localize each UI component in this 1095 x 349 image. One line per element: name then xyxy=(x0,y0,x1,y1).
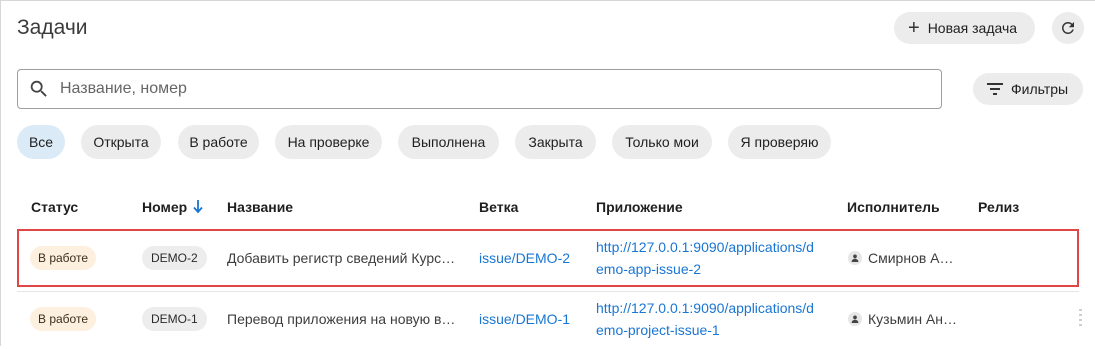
app-link-line1: http://127.0.0.1:9090/applications/d xyxy=(596,239,814,255)
col-number-label: Номер xyxy=(142,199,188,215)
filters-label: Фильтры xyxy=(1011,81,1069,97)
app-link-line2: emo-project-issue-1 xyxy=(596,322,720,338)
assignee-name: Смирнов Ан… xyxy=(868,250,960,266)
task-name: Добавить регистр сведений Курс… xyxy=(227,250,456,266)
chip-done[interactable]: Выполнена xyxy=(398,125,499,159)
status-badge: В работе xyxy=(30,307,97,331)
chip-open[interactable]: Открыта xyxy=(81,125,161,159)
user-icon xyxy=(848,312,862,326)
plus-icon: + xyxy=(908,17,920,39)
new-task-button[interactable]: + Новая задача xyxy=(894,12,1035,44)
chip-closed[interactable]: Закрыта xyxy=(515,125,596,159)
tasks-panel: Задачи + Новая задача Фильтры Все Открыт… xyxy=(0,0,1095,346)
sort-down-icon xyxy=(193,200,203,214)
col-status[interactable]: Статус xyxy=(31,199,78,215)
number-badge: DEMO-1 xyxy=(142,307,207,331)
new-task-label: Новая задача xyxy=(927,20,1018,36)
filter-icon xyxy=(987,83,1003,95)
assignee: Кузьмин Ан… xyxy=(848,311,960,327)
col-release[interactable]: Релиз xyxy=(978,199,1019,215)
chip-all[interactable]: Все xyxy=(17,125,65,159)
col-branch[interactable]: Ветка xyxy=(479,199,518,215)
assignee: Смирнов Ан… xyxy=(848,250,960,266)
assignee-name: Кузьмин Ан… xyxy=(868,311,958,327)
col-app[interactable]: Приложение xyxy=(596,199,683,215)
branch-link[interactable]: issue/DEMO-2 xyxy=(479,250,570,266)
search-box xyxy=(17,69,942,109)
refresh-icon xyxy=(1061,21,1074,34)
number-badge: DEMO-2 xyxy=(142,246,207,270)
status-badge: В работе xyxy=(30,246,97,270)
chip-only-mine[interactable]: Только мои xyxy=(612,125,712,159)
app-link-line1: http://127.0.0.1:9090/applications/d xyxy=(596,300,814,316)
app-link-line2: emo-app-issue-2 xyxy=(596,261,702,277)
page-title: Задачи xyxy=(17,16,88,39)
chip-in-progress[interactable]: В работе xyxy=(178,125,259,159)
user-icon xyxy=(848,251,862,265)
app-link[interactable]: http://127.0.0.1:9090/applications/d emo… xyxy=(596,297,831,341)
col-name[interactable]: Название xyxy=(227,199,293,215)
search-input[interactable] xyxy=(60,80,900,98)
chip-in-review[interactable]: На проверке xyxy=(275,125,382,159)
col-assignee[interactable]: Исполнитель xyxy=(847,199,940,215)
row-menu-handle[interactable] xyxy=(1079,309,1082,327)
refresh-button[interactable] xyxy=(1052,12,1084,44)
col-number[interactable]: Номер xyxy=(142,199,203,215)
task-name: Перевод приложения на новую в… xyxy=(227,311,456,327)
branch-link[interactable]: issue/DEMO-1 xyxy=(479,311,570,327)
app-link[interactable]: http://127.0.0.1:9090/applications/d emo… xyxy=(596,236,831,280)
chip-i-review[interactable]: Я проверяю xyxy=(728,125,831,159)
filters-button[interactable]: Фильтры xyxy=(973,73,1083,105)
search-icon xyxy=(30,80,47,97)
